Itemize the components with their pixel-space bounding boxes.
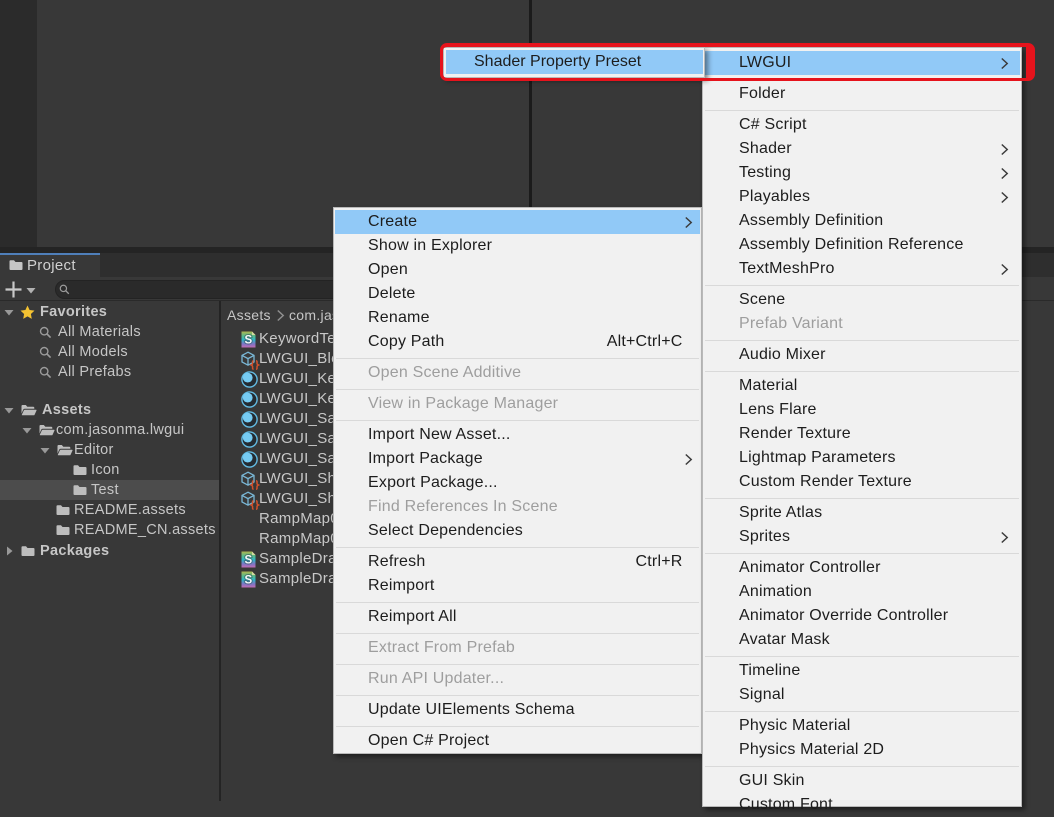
svg-text:S: S [244,574,252,586]
svg-text:S: S [244,554,252,566]
svg-text:S: S [244,334,252,346]
